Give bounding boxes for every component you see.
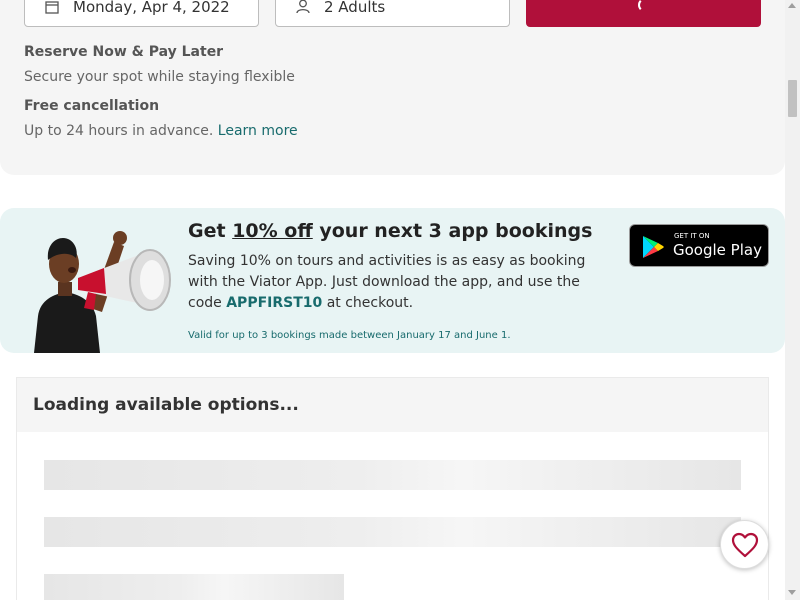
available-options-section: Loading available options...: [16, 377, 769, 600]
cancel-desc-text: Up to 24 hours in advance.: [24, 123, 214, 139]
scrollbar-thumb[interactable]: [788, 80, 797, 117]
scroll-down-arrow-icon[interactable]: [788, 590, 796, 595]
megaphone-woman-illustration: [34, 231, 171, 353]
person-icon: [296, 0, 310, 14]
heart-icon: [731, 532, 759, 558]
promo-body-end: at checkout.: [322, 295, 414, 311]
app-promo-banner: Get 10% off your next 3 app bookings Sav…: [0, 208, 785, 353]
badge-big-text: Google Play: [673, 241, 762, 259]
date-value: Monday, Apr 4, 2022: [73, 0, 230, 16]
add-to-wishlist-button[interactable]: [720, 520, 769, 569]
promo-text: Saving 10% on tours and activities is as…: [188, 251, 618, 314]
promo-code: APPFIRST10: [226, 295, 323, 311]
cancel-title: Free cancellation: [24, 98, 160, 114]
promo-fine-print: Valid for up to 3 bookings made between …: [188, 330, 511, 341]
scroll-up-arrow-icon[interactable]: [788, 3, 796, 8]
date-picker[interactable]: Monday, Apr 4, 2022: [24, 0, 259, 27]
travelers-value: 2 Adults: [324, 0, 386, 16]
options-heading: Loading available options...: [17, 378, 768, 432]
check-availability-button[interactable]: [526, 0, 761, 27]
cancel-desc: Up to 24 hours in advance. Learn more: [24, 123, 298, 139]
google-play-icon: [643, 236, 664, 258]
loading-spinner-icon: [638, 0, 652, 12]
booking-panel: Monday, Apr 4, 2022 2 Adults Reserve Now…: [0, 0, 785, 175]
skeleton-row: [44, 574, 344, 600]
reserve-title: Reserve Now & Pay Later: [24, 44, 224, 60]
promo-discount: 10% off: [232, 220, 313, 242]
skeleton-row: [44, 460, 741, 490]
google-play-badge[interactable]: GET IT ON Google Play: [629, 224, 769, 267]
travelers-picker[interactable]: 2 Adults: [275, 0, 510, 27]
calendar-icon: [45, 0, 59, 14]
skeleton-row: [44, 517, 741, 547]
reserve-desc: Secure your spot while staying flexible: [24, 69, 295, 85]
badge-small-text: GET IT ON: [674, 232, 710, 240]
learn-more-link[interactable]: Learn more: [218, 123, 298, 139]
promo-title-prefix: Get: [188, 220, 233, 242]
promo-title: Get 10% off your next 3 app bookings: [188, 220, 592, 242]
promo-title-suffix: your next 3 app bookings: [312, 220, 593, 242]
